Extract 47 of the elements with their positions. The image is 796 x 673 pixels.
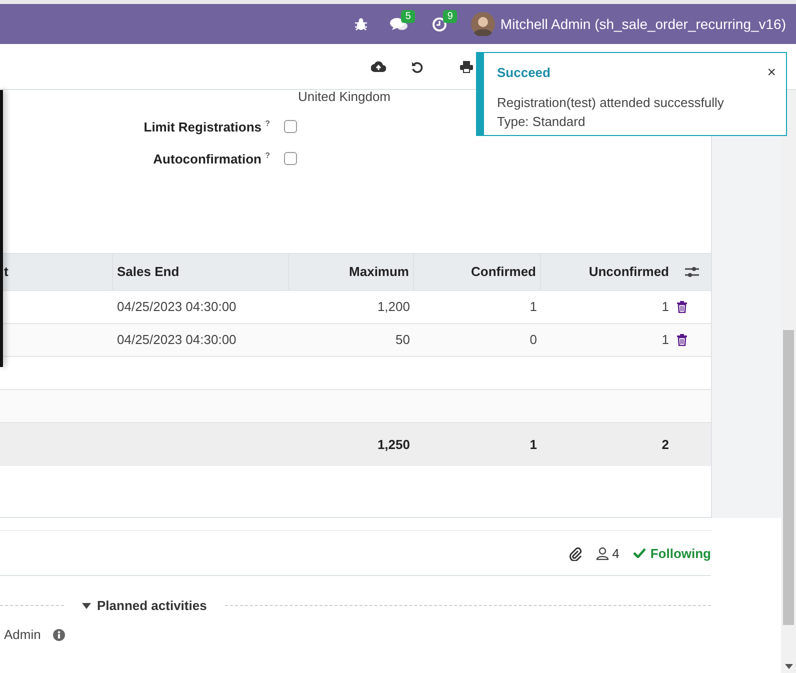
column-header[interactable]: Sales End — [113, 254, 289, 290]
column-header[interactable]: t — [0, 254, 113, 290]
undo-icon[interactable] — [411, 60, 423, 72]
trash-icon[interactable] — [677, 334, 687, 346]
column-header[interactable]: Confirmed — [414, 254, 541, 290]
table-cell-text: 1 — [660, 298, 670, 316]
column-header[interactable]: Unconfirmed — [541, 254, 673, 290]
user-name[interactable]: Mitchell Admin (sh_sale_order_recurring_v16) — [500, 16, 786, 32]
column-settings-icon[interactable] — [685, 266, 699, 278]
info-icon[interactable] — [52, 628, 65, 640]
checkbox[interactable] — [284, 152, 297, 166]
activity-count-badge: 9 — [443, 10, 457, 22]
trash-icon[interactable] — [677, 301, 687, 313]
total-cell-text: 1 — [528, 436, 538, 454]
toast-message: Registration(test) attended successfully — [497, 94, 725, 112]
table-cell-text: 0 — [528, 331, 538, 349]
avatar[interactable] — [471, 12, 496, 36]
toast-message: Type: Standard — [497, 113, 586, 131]
toast-title: Succeed — [497, 64, 550, 80]
planned-activities-toggle[interactable]: Planned activities — [82, 598, 207, 613]
clock-icon[interactable] — [432, 16, 448, 32]
total-cell-text: 1,250 — [376, 436, 411, 454]
followers-button[interactable]: 4 — [596, 546, 620, 560]
following-button[interactable]: Following — [633, 546, 711, 560]
table-cell-text: 1 — [528, 298, 538, 316]
scroll-down-arrow-icon[interactable] — [785, 664, 793, 669]
activity-user: Admin — [4, 627, 41, 642]
table-cell-text: 1 — [660, 331, 670, 349]
column-header[interactable]: Maximum — [289, 254, 414, 290]
upload-icon[interactable] — [371, 60, 386, 72]
caret-icon — [82, 602, 91, 608]
paperclip-icon[interactable] — [568, 546, 582, 560]
table-cell-text: 04/25/2023 04:30:00 — [116, 331, 238, 349]
print-icon[interactable] — [460, 60, 473, 72]
field-label: Autoconfirmation $^{?}$ — [153, 151, 270, 167]
field-label: Limit Registrations $^{?}$ — [144, 119, 270, 134]
table-cell-text: 50 — [394, 331, 411, 349]
message-count-badge: 5 — [401, 10, 415, 22]
person-icon — [596, 546, 610, 560]
checkbox[interactable] — [284, 120, 297, 134]
country-value: United Kingdom — [298, 90, 390, 104]
table-cell-text: 04/25/2023 04:30:00 — [116, 298, 238, 316]
total-cell-text: 2 — [660, 436, 670, 454]
close-button[interactable]: × — [767, 64, 776, 80]
bug-icon[interactable] — [354, 17, 368, 31]
table-cell-text: 1,200 — [376, 298, 411, 316]
check-icon — [633, 548, 646, 558]
